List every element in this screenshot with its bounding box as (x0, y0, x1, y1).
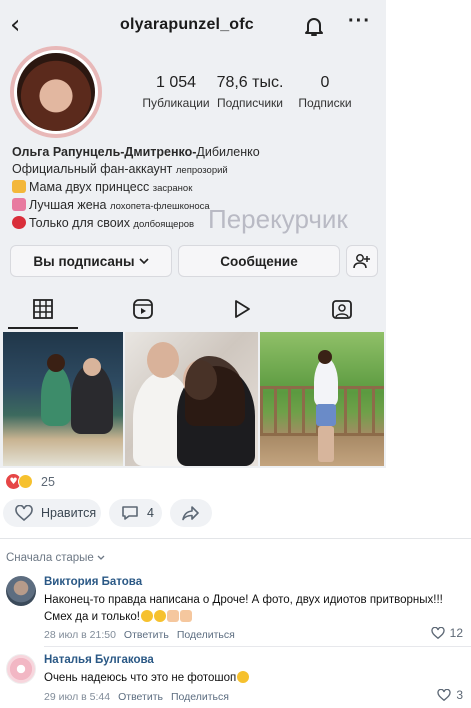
heart-emoji-icon (12, 216, 26, 229)
share-link[interactable]: Поделиться (177, 629, 235, 641)
bell-icon (305, 18, 323, 36)
chevron-down-icon (97, 555, 105, 560)
video-icon (235, 300, 250, 318)
comments-sort-dropdown[interactable]: Сначала старые (6, 552, 105, 564)
women-emoji-icon (12, 180, 26, 193)
laugh-reaction-icon (18, 474, 33, 489)
laugh-emoji-icon (153, 610, 166, 622)
thumbs-up-emoji-icon (179, 610, 192, 622)
laugh-emoji-icon (140, 610, 153, 622)
stat-following: 0 Подписки (298, 74, 352, 110)
comment-meta: 29 июл в 5:44 Ответить Поделиться (44, 691, 229, 703)
avatar[interactable] (6, 654, 36, 684)
like-label: Нравится (41, 506, 97, 520)
grid-thumbnail (3, 332, 123, 466)
divider (44, 646, 471, 647)
reply-link[interactable]: Ответить (118, 691, 163, 703)
chevron-down-icon (138, 258, 149, 265)
heart-icon (437, 689, 451, 701)
reply-link[interactable]: Ответить (124, 629, 169, 641)
back-arrow-icon: ‹ (10, 10, 21, 40)
comments-count: 4 (147, 506, 154, 520)
reactions-summary[interactable]: ♥ 25 (6, 474, 55, 489)
more-icon: ··· (348, 10, 371, 32)
comment-like-button[interactable]: 3 (437, 688, 463, 702)
comment-time[interactable]: 29 июл в 5:44 (44, 691, 110, 703)
divider (0, 538, 471, 539)
instagram-avatar (10, 46, 102, 138)
grid-thumbnail (260, 332, 384, 466)
post-photo[interactable]: ‹ olyarapunzel_ofc ··· 1 054 Публикации … (0, 0, 386, 468)
laugh-emoji-icon (237, 671, 250, 683)
message-button: Сообщение (178, 245, 340, 277)
comment-author[interactable]: Наталья Булгакова (44, 654, 154, 666)
heart-icon (430, 627, 445, 639)
grid-thumbnail (125, 332, 258, 466)
add-user-icon (353, 254, 370, 269)
following-button: Вы подписаны (10, 245, 172, 277)
instagram-tabs (0, 292, 386, 330)
thumbs-up-emoji-icon (166, 610, 179, 622)
comment-author[interactable]: Виктория Батова (44, 576, 142, 588)
share-button[interactable] (170, 499, 212, 527)
instagram-header: ‹ olyarapunzel_ofc ··· (0, 0, 386, 52)
comment-text: Наконец-то правда написана о Дроче! А фо… (44, 594, 443, 623)
share-icon (182, 506, 199, 521)
comment-button[interactable]: 4 (109, 499, 162, 527)
watermark: Перекурчик (208, 204, 348, 234)
tagged-icon (332, 300, 352, 319)
avatar[interactable] (6, 576, 36, 606)
reactions-count: 25 (41, 474, 55, 489)
comment-icon (122, 506, 138, 520)
reels-icon (133, 299, 153, 319)
add-user-button (346, 245, 378, 277)
like-button[interactable]: Нравится (3, 499, 101, 527)
stat-posts: 1 054 Публикации (142, 74, 210, 110)
instagram-username: olyarapunzel_ofc (120, 16, 254, 33)
grid-icon (33, 299, 53, 319)
comment-time[interactable]: 28 июл в 21:50 (44, 629, 116, 641)
stat-followers: 78,6 тыс. Подписчики (216, 74, 284, 110)
comment-like-button[interactable]: 12 (430, 626, 463, 640)
comment-meta: 28 июл в 21:50 Ответить Поделиться (44, 629, 235, 641)
active-tab-indicator (8, 327, 78, 329)
heart-icon (15, 505, 33, 521)
couple-emoji-icon (12, 198, 26, 211)
comment-text: Очень надеюсь что это не фотошоп (44, 670, 454, 687)
share-link[interactable]: Поделиться (171, 691, 229, 703)
